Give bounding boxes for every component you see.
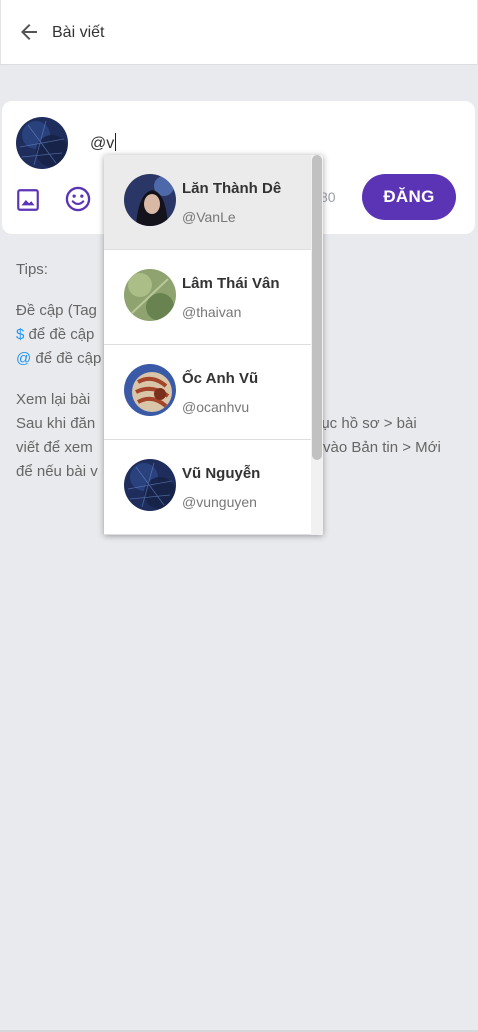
mention-item[interactable]: Lâm Thái Vân @thaivan (104, 250, 323, 345)
add-image-button[interactable] (15, 187, 41, 213)
mention-name: Vũ Nguyễn (182, 465, 261, 482)
at-text: để đề cập (31, 350, 102, 367)
back-button[interactable] (17, 20, 41, 44)
dropdown-scrollbar-thumb[interactable] (312, 155, 322, 460)
mention-name: Ốc Anh Vũ (182, 370, 259, 387)
mention-name: Lăn Thành Dê (182, 180, 282, 197)
dropdown-scrollbar-track (311, 155, 323, 535)
mention-item[interactable]: Vũ Nguyễn @vunguyen (104, 440, 323, 535)
smile-icon (65, 186, 91, 212)
post-text-value: @v (90, 135, 115, 152)
avatar (124, 174, 176, 226)
page-title: Bài viết (52, 24, 105, 41)
mention-handle: @vunguyen (182, 494, 257, 510)
mention-handle: @VanLe (182, 209, 236, 225)
mention-handle: @ocanhvu (182, 399, 250, 415)
avatar (124, 269, 176, 321)
text-caret (115, 133, 117, 151)
arrow-left-icon (21, 24, 37, 40)
top-app-bar: Bài viết (0, 0, 478, 65)
avatar (124, 364, 176, 416)
at-symbol: @ (16, 350, 32, 367)
mention-suggestions[interactable]: Lăn Thành Dê @VanLe Lâm Thái Vân @thaiva… (104, 155, 323, 535)
post-button[interactable]: ĐĂNG (362, 174, 456, 220)
avatar (124, 459, 176, 511)
emoji-button[interactable] (64, 185, 92, 213)
dollar-text: để đề cập (24, 326, 95, 343)
image-icon (17, 189, 39, 211)
mention-name: Lâm Thái Vân (182, 275, 280, 292)
user-avatar (16, 117, 68, 169)
mention-item[interactable]: Lăn Thành Dê @VanLe (104, 155, 323, 250)
mention-handle: @thaivan (182, 304, 242, 320)
mention-item[interactable]: Ốc Anh Vũ @ocanhvu (104, 345, 323, 440)
post-text-input[interactable]: @v (90, 133, 117, 153)
